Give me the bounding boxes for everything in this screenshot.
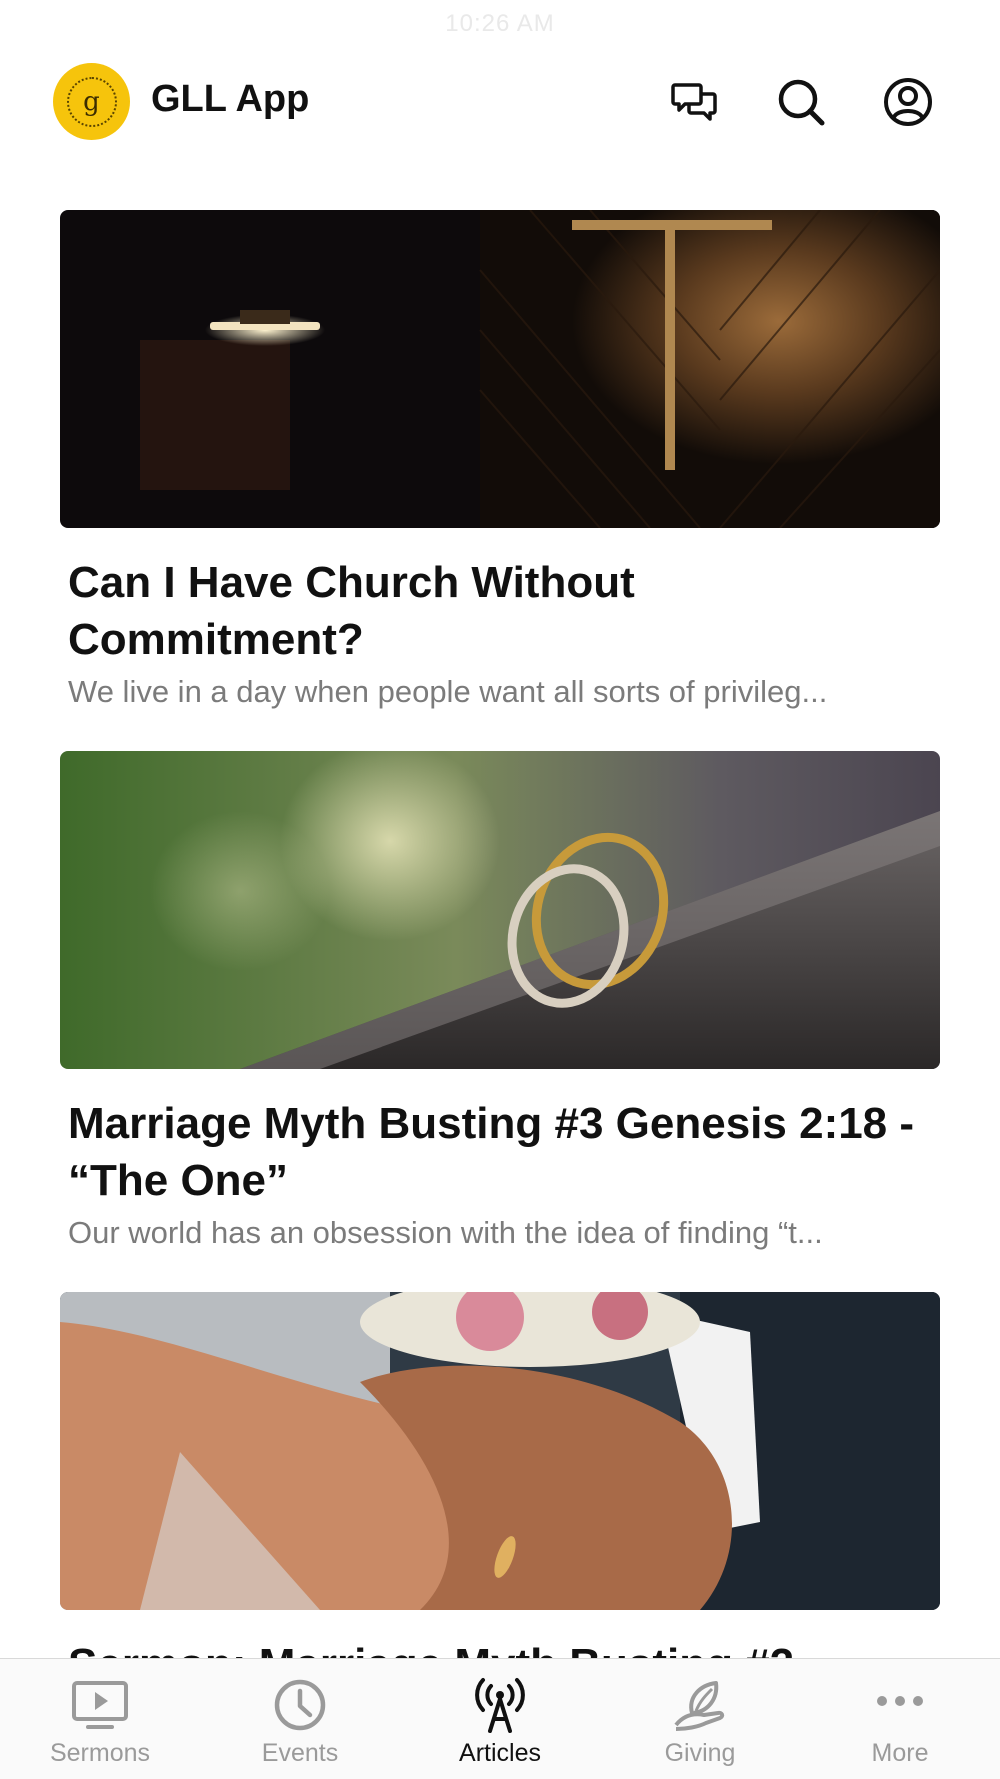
tab-more[interactable]: More bbox=[800, 1659, 1000, 1779]
article-card[interactable]: Can I Have Church Without Commitment? We… bbox=[60, 210, 940, 710]
tab-label: Giving bbox=[664, 1739, 736, 1767]
article-card[interactable]: Marriage Myth Busting #3 Genesis 2:18 - … bbox=[60, 751, 940, 1251]
tab-label: Articles bbox=[459, 1739, 541, 1767]
search-button[interactable] bbox=[773, 74, 829, 130]
article-title: Marriage Myth Busting #3 Genesis 2:18 - … bbox=[68, 1099, 915, 1205]
more-dots-icon bbox=[877, 1696, 923, 1706]
article-excerpt: We live in a day when people want all so… bbox=[68, 674, 828, 709]
logo-letter: g bbox=[66, 76, 117, 127]
article-image-church[interactable] bbox=[60, 210, 940, 528]
article-title: Can I Have Church Without Commitment? bbox=[68, 558, 635, 664]
tab-label: Events bbox=[261, 1739, 339, 1767]
app-header: g GLL App bbox=[0, 60, 1000, 142]
chat-button[interactable] bbox=[667, 74, 723, 130]
tab-giving[interactable]: Giving bbox=[600, 1659, 800, 1779]
tab-label: More bbox=[871, 1739, 929, 1767]
status-bar-time: 10:26 AM bbox=[445, 10, 555, 37]
church-interior-image bbox=[60, 210, 940, 528]
hand-leaf-icon bbox=[674, 1681, 725, 1731]
tab-sermons[interactable]: Sermons bbox=[0, 1659, 200, 1779]
bottom-tab-bar: Sermons Events Articles Giving More bbox=[0, 1658, 1000, 1779]
search-icon bbox=[778, 79, 825, 126]
tab-articles[interactable]: Articles bbox=[400, 1659, 600, 1779]
article-image-hands[interactable] bbox=[60, 1292, 940, 1610]
app-logo: g bbox=[53, 63, 130, 140]
article-card[interactable]: Sermon: Marriage Myth Busting #2 bbox=[60, 1292, 940, 1693]
article-excerpt: Our world has an obsession with the idea… bbox=[68, 1215, 823, 1250]
tab-events[interactable]: Events bbox=[200, 1659, 400, 1779]
clock-icon bbox=[274, 1679, 326, 1731]
chat-icon bbox=[671, 83, 717, 121]
article-image-rings[interactable] bbox=[60, 751, 940, 1069]
broadcast-icon bbox=[475, 1678, 525, 1733]
tv-play-icon bbox=[72, 1681, 128, 1729]
holding-hands-image bbox=[60, 1292, 940, 1610]
app-title: GLL App bbox=[151, 78, 310, 120]
account-icon bbox=[884, 78, 932, 126]
wedding-rings-image bbox=[60, 751, 940, 1069]
tab-label: Sermons bbox=[49, 1739, 151, 1767]
account-button[interactable] bbox=[880, 74, 936, 130]
